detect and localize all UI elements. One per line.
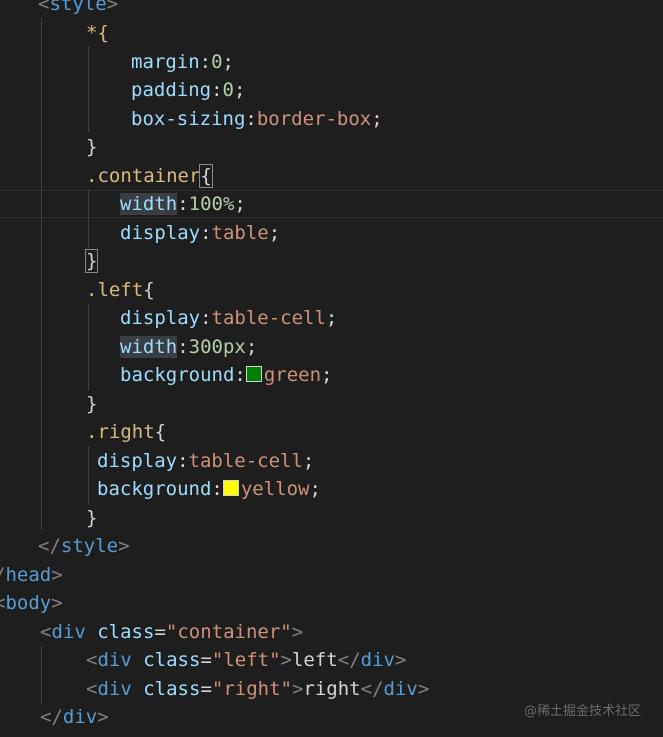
- code-line[interactable]: box-sizing:border-box;: [131, 105, 383, 133]
- code-line[interactable]: display:table-cell;: [120, 304, 337, 332]
- code-line[interactable]: <style>: [38, 0, 118, 18]
- code-line[interactable]: <div class="right">right</div>: [86, 675, 429, 703]
- color-swatch-icon[interactable]: [222, 480, 239, 496]
- indent-guide: [88, 446, 89, 504]
- code-line[interactable]: <div class="container">: [40, 618, 303, 646]
- current-line-highlight: [0, 190, 663, 218]
- code-line[interactable]: }: [86, 133, 97, 161]
- indent-guide: [88, 46, 89, 132]
- code-line[interactable]: display:table-cell;: [97, 447, 314, 475]
- indent-guide: [88, 304, 89, 390]
- code-line[interactable]: .container{: [86, 162, 213, 190]
- code-line[interactable]: width:100%;: [120, 190, 246, 218]
- code-line[interactable]: .left{: [86, 276, 155, 304]
- watermark: @稀土掘金技术社区: [523, 704, 641, 719]
- indent-guide: [88, 190, 89, 248]
- code-line[interactable]: background: yellow;: [97, 475, 321, 503]
- indent-guide: [41, 18, 42, 530]
- code-line[interactable]: padding:0;: [131, 76, 245, 104]
- code-line[interactable]: <body>: [0, 589, 63, 617]
- code-line[interactable]: </style>: [38, 532, 130, 560]
- code-editor[interactable]: <style> *{ margin:0; padding:0; box-sizi…: [0, 0, 663, 737]
- code-line[interactable]: }: [86, 504, 97, 532]
- code-line[interactable]: <div class="left">left</div>: [86, 646, 406, 674]
- color-swatch-icon[interactable]: [245, 366, 262, 382]
- code-line[interactable]: *{: [86, 19, 109, 47]
- bracket-match: }: [84, 249, 99, 273]
- code-line[interactable]: margin:0;: [131, 48, 234, 76]
- code-line[interactable]: }: [84, 247, 99, 275]
- code-line[interactable]: </div>: [40, 703, 109, 731]
- code-line[interactable]: /head>: [0, 561, 63, 589]
- code-line[interactable]: .right{: [86, 418, 166, 446]
- code-line[interactable]: background: green;: [120, 361, 333, 389]
- code-line[interactable]: }: [86, 390, 97, 418]
- bracket-match: {: [199, 164, 213, 188]
- code-line[interactable]: width:300px;: [120, 333, 257, 361]
- code-line[interactable]: display:table;: [120, 219, 280, 247]
- indent-guide: [41, 646, 42, 704]
